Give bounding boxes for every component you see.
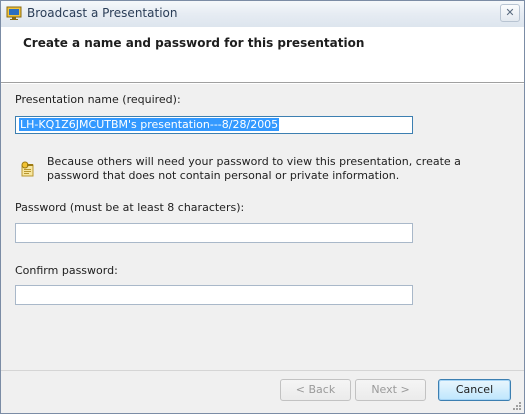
confirm-password-label: Confirm password:	[15, 264, 118, 277]
footer-divider	[1, 370, 524, 371]
password-input[interactable]	[15, 223, 413, 243]
close-icon: ✕	[505, 6, 515, 19]
page-title: Create a name and password for this pres…	[23, 36, 365, 50]
broadcast-dialog: Broadcast a Presentation ✕ Create a name…	[0, 0, 525, 414]
password-info-text: Because others will need your password t…	[47, 155, 461, 182]
close-button[interactable]: ✕	[500, 4, 520, 22]
next-button[interactable]: Next >	[355, 379, 426, 401]
cancel-button[interactable]: Cancel	[438, 379, 511, 401]
wizard-header: Create a name and password for this pres…	[1, 27, 524, 83]
key-info-icon	[21, 161, 34, 177]
title-bar[interactable]: Broadcast a Presentation ✕	[1, 1, 524, 28]
back-button[interactable]: < Back	[280, 379, 351, 401]
resize-grip-icon[interactable]	[512, 401, 522, 411]
broadcast-presentation-icon	[6, 6, 22, 20]
presentation-name-value: LH-KQ1Z6JMCUTBM's presentation---8/28/20…	[19, 118, 280, 131]
window-title: Broadcast a Presentation	[27, 6, 178, 20]
password-label: Password (must be at least 8 characters)…	[15, 201, 245, 214]
confirm-password-input[interactable]	[15, 285, 413, 305]
presentation-name-label: Presentation name (required):	[15, 93, 181, 106]
presentation-name-input[interactable]: LH-KQ1Z6JMCUTBM's presentation---8/28/20…	[15, 116, 413, 134]
header-divider	[1, 83, 524, 84]
